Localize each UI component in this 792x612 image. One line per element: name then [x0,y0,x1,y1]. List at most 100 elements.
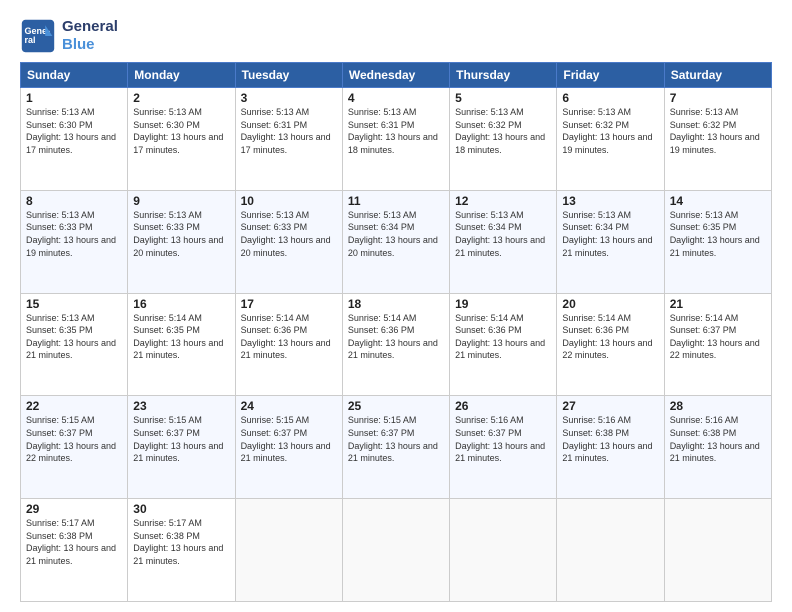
sunset-label: Sunset: 6:34 PM [348,222,415,232]
sunrise-label: Sunrise: 5:13 AM [562,210,631,220]
sunrise-label: Sunrise: 5:17 AM [133,518,202,528]
sunset-label: Sunset: 6:37 PM [670,325,737,335]
header: Gene- ral General Blue [20,18,772,54]
day-info: Sunrise: 5:14 AM Sunset: 6:36 PM Dayligh… [241,312,337,362]
day-info: Sunrise: 5:13 AM Sunset: 6:33 PM Dayligh… [26,209,122,259]
sunrise-label: Sunrise: 5:15 AM [26,415,95,425]
week-row-1: 1 Sunrise: 5:13 AM Sunset: 6:30 PM Dayli… [21,88,772,191]
day-number: 18 [348,297,444,311]
day-info: Sunrise: 5:13 AM Sunset: 6:32 PM Dayligh… [670,106,766,156]
day-header-friday: Friday [557,63,664,88]
day-number: 21 [670,297,766,311]
sunrise-label: Sunrise: 5:13 AM [670,210,739,220]
calendar-cell [235,499,342,602]
sunset-label: Sunset: 6:33 PM [241,222,308,232]
day-info: Sunrise: 5:13 AM Sunset: 6:31 PM Dayligh… [348,106,444,156]
sunrise-label: Sunrise: 5:13 AM [562,107,631,117]
sunrise-label: Sunrise: 5:14 AM [241,313,310,323]
calendar-cell: 17 Sunrise: 5:14 AM Sunset: 6:36 PM Dayl… [235,293,342,396]
daylight-label: Daylight: 13 hours and 17 minutes. [26,132,116,155]
day-number: 25 [348,399,444,413]
day-info: Sunrise: 5:13 AM Sunset: 6:33 PM Dayligh… [241,209,337,259]
calendar-cell [557,499,664,602]
day-info: Sunrise: 5:14 AM Sunset: 6:36 PM Dayligh… [348,312,444,362]
sunrise-label: Sunrise: 5:15 AM [241,415,310,425]
day-info: Sunrise: 5:13 AM Sunset: 6:35 PM Dayligh… [26,312,122,362]
day-number: 28 [670,399,766,413]
calendar-table: SundayMondayTuesdayWednesdayThursdayFrid… [20,62,772,602]
sunset-label: Sunset: 6:33 PM [133,222,200,232]
sunset-label: Sunset: 6:36 PM [562,325,629,335]
day-info: Sunrise: 5:13 AM Sunset: 6:35 PM Dayligh… [670,209,766,259]
sunset-label: Sunset: 6:36 PM [348,325,415,335]
day-header-thursday: Thursday [450,63,557,88]
logo-text: General Blue [62,18,118,54]
day-info: Sunrise: 5:13 AM Sunset: 6:34 PM Dayligh… [562,209,658,259]
daylight-label: Daylight: 13 hours and 21 minutes. [455,235,545,258]
day-number: 13 [562,194,658,208]
calendar-cell: 25 Sunrise: 5:15 AM Sunset: 6:37 PM Dayl… [342,396,449,499]
calendar-cell: 16 Sunrise: 5:14 AM Sunset: 6:35 PM Dayl… [128,293,235,396]
daylight-label: Daylight: 13 hours and 22 minutes. [26,441,116,464]
daylight-label: Daylight: 13 hours and 21 minutes. [133,338,223,361]
daylight-label: Daylight: 13 hours and 21 minutes. [26,543,116,566]
calendar-cell: 2 Sunrise: 5:13 AM Sunset: 6:30 PM Dayli… [128,88,235,191]
sunrise-label: Sunrise: 5:13 AM [241,210,310,220]
calendar-cell: 19 Sunrise: 5:14 AM Sunset: 6:36 PM Dayl… [450,293,557,396]
day-number: 26 [455,399,551,413]
daylight-label: Daylight: 13 hours and 19 minutes. [670,132,760,155]
sunset-label: Sunset: 6:37 PM [241,428,308,438]
sunset-label: Sunset: 6:38 PM [26,531,93,541]
day-info: Sunrise: 5:14 AM Sunset: 6:36 PM Dayligh… [455,312,551,362]
day-number: 23 [133,399,229,413]
day-info: Sunrise: 5:15 AM Sunset: 6:37 PM Dayligh… [26,414,122,464]
day-info: Sunrise: 5:14 AM Sunset: 6:35 PM Dayligh… [133,312,229,362]
sunrise-label: Sunrise: 5:13 AM [455,210,524,220]
day-info: Sunrise: 5:17 AM Sunset: 6:38 PM Dayligh… [26,517,122,567]
calendar-cell: 5 Sunrise: 5:13 AM Sunset: 6:32 PM Dayli… [450,88,557,191]
calendar-cell: 8 Sunrise: 5:13 AM Sunset: 6:33 PM Dayli… [21,190,128,293]
calendar-cell: 7 Sunrise: 5:13 AM Sunset: 6:32 PM Dayli… [664,88,771,191]
sunset-label: Sunset: 6:32 PM [455,120,522,130]
daylight-label: Daylight: 13 hours and 22 minutes. [670,338,760,361]
sunset-label: Sunset: 6:34 PM [455,222,522,232]
calendar-cell: 4 Sunrise: 5:13 AM Sunset: 6:31 PM Dayli… [342,88,449,191]
week-row-3: 15 Sunrise: 5:13 AM Sunset: 6:35 PM Dayl… [21,293,772,396]
sunrise-label: Sunrise: 5:13 AM [26,313,95,323]
page: Gene- ral General Blue SundayMondayTuesd… [0,0,792,612]
sunset-label: Sunset: 6:31 PM [348,120,415,130]
calendar-cell: 13 Sunrise: 5:13 AM Sunset: 6:34 PM Dayl… [557,190,664,293]
day-info: Sunrise: 5:16 AM Sunset: 6:38 PM Dayligh… [670,414,766,464]
day-number: 19 [455,297,551,311]
sunset-label: Sunset: 6:37 PM [26,428,93,438]
calendar-cell [450,499,557,602]
daylight-label: Daylight: 13 hours and 21 minutes. [348,441,438,464]
day-info: Sunrise: 5:14 AM Sunset: 6:36 PM Dayligh… [562,312,658,362]
day-info: Sunrise: 5:13 AM Sunset: 6:34 PM Dayligh… [455,209,551,259]
day-number: 14 [670,194,766,208]
sunrise-label: Sunrise: 5:14 AM [348,313,417,323]
calendar-cell: 10 Sunrise: 5:13 AM Sunset: 6:33 PM Dayl… [235,190,342,293]
sunrise-label: Sunrise: 5:13 AM [348,210,417,220]
sunset-label: Sunset: 6:32 PM [670,120,737,130]
sunset-label: Sunset: 6:37 PM [133,428,200,438]
day-number: 15 [26,297,122,311]
calendar-cell: 1 Sunrise: 5:13 AM Sunset: 6:30 PM Dayli… [21,88,128,191]
sunrise-label: Sunrise: 5:16 AM [562,415,631,425]
day-number: 24 [241,399,337,413]
daylight-label: Daylight: 13 hours and 17 minutes. [241,132,331,155]
daylight-label: Daylight: 13 hours and 21 minutes. [133,441,223,464]
sunset-label: Sunset: 6:38 PM [133,531,200,541]
day-info: Sunrise: 5:15 AM Sunset: 6:37 PM Dayligh… [348,414,444,464]
sunrise-label: Sunrise: 5:14 AM [562,313,631,323]
daylight-label: Daylight: 13 hours and 20 minutes. [348,235,438,258]
calendar-cell: 18 Sunrise: 5:14 AM Sunset: 6:36 PM Dayl… [342,293,449,396]
day-info: Sunrise: 5:13 AM Sunset: 6:30 PM Dayligh… [133,106,229,156]
day-number: 2 [133,91,229,105]
sunrise-label: Sunrise: 5:13 AM [26,210,95,220]
daylight-label: Daylight: 13 hours and 21 minutes. [562,235,652,258]
daylight-label: Daylight: 13 hours and 21 minutes. [26,338,116,361]
day-number: 30 [133,502,229,516]
day-number: 10 [241,194,337,208]
day-number: 17 [241,297,337,311]
